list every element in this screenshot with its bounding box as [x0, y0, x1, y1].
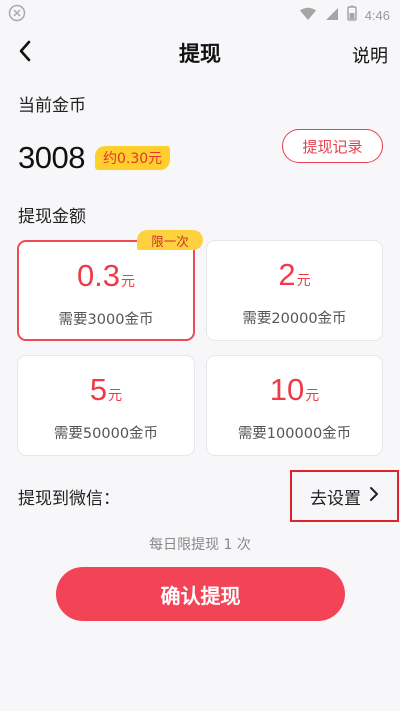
withdraw-option-5[interactable]: 5元 需要50000金币 [17, 355, 195, 456]
chevron-right-icon [369, 486, 379, 507]
go-setup-button[interactable]: 去设置 [290, 470, 399, 522]
option-requirement: 需要20000金币 [242, 311, 347, 327]
withdraw-option-2[interactable]: 2元 需要20000金币 [206, 240, 383, 341]
status-time: 4:46 [364, 7, 390, 23]
withdraw-amount-label: 提现金额 [18, 207, 86, 227]
option-amount: 0.3元 [76, 258, 136, 293]
coin-balance: 3008 [18, 140, 85, 175]
limit-once-badge: 限一次 [137, 230, 203, 250]
setup-label: 去设置 [310, 488, 361, 509]
status-bar: 4:46 [0, 0, 400, 30]
option-requirement: 需要50000金币 [53, 426, 159, 442]
wifi-icon [299, 6, 317, 25]
option-requirement: 需要100000金币 [237, 426, 352, 442]
close-circle-icon [8, 4, 26, 26]
withdraw-option-0.3[interactable]: 0.3元 需要3000金币 [17, 240, 195, 341]
option-amount: 10元 [269, 372, 320, 407]
withdraw-option-10[interactable]: 10元 需要100000金币 [206, 355, 383, 456]
daily-limit-text: 每日限提现 1 次 [149, 537, 251, 553]
withdraw-to-wechat-label: 提现到微信： [18, 489, 120, 509]
confirm-withdraw-button[interactable]: 确认提现 [56, 567, 345, 621]
option-amount: 5元 [89, 372, 123, 407]
nav-bar: 提现 说明 [0, 30, 400, 76]
back-arrow-icon [18, 40, 32, 66]
back-button[interactable] [12, 40, 38, 66]
balance-row: 3008 约0.30元 [18, 140, 171, 176]
withdraw-record-button[interactable]: 提现记录 [282, 129, 383, 163]
option-requirement: 需要3000金币 [58, 312, 154, 328]
battery-icon [346, 5, 357, 25]
signal-icon [325, 6, 339, 25]
page-title: 提现 [179, 42, 221, 66]
help-link[interactable]: 说明 [352, 42, 388, 68]
option-amount: 2元 [278, 257, 311, 292]
current-coins-label: 当前金币 [18, 96, 86, 116]
approx-value-badge: 约0.30元 [94, 146, 171, 170]
